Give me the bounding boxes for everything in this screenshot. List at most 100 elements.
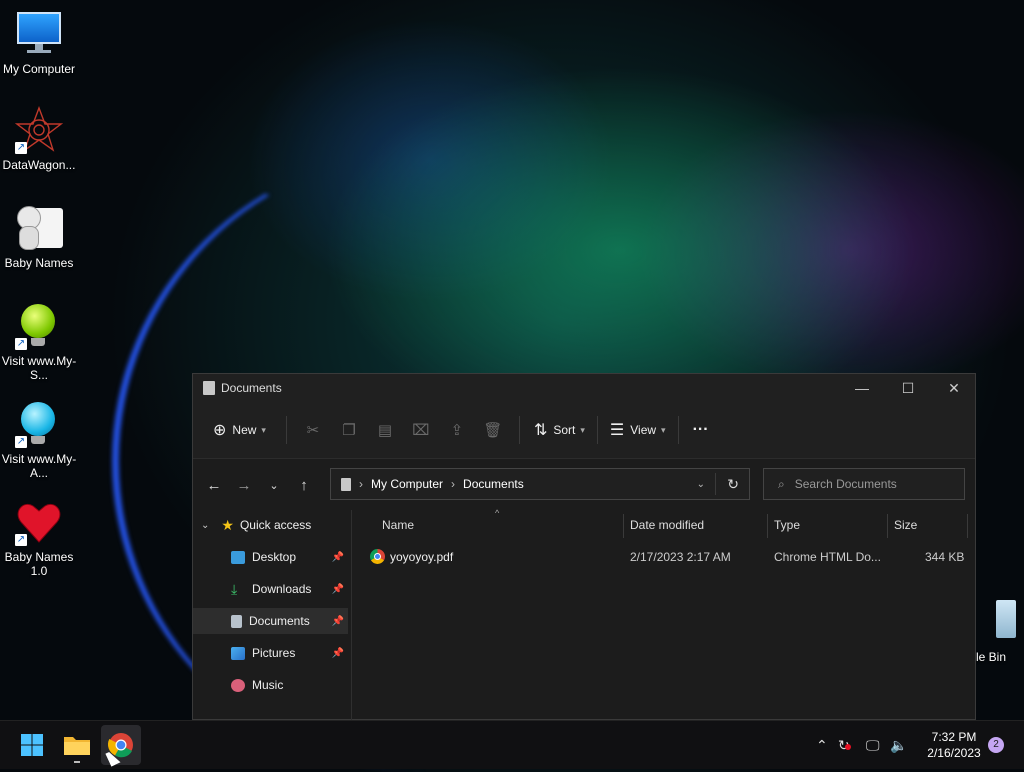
nav-item-pictures[interactable]: Pictures 📌 <box>193 640 348 666</box>
close-button[interactable]: ✕ <box>931 374 977 402</box>
nav-label: Quick access <box>239 518 312 532</box>
document-icon <box>203 381 215 395</box>
network-icon[interactable]: 🖵 <box>866 721 880 769</box>
forward-arrow-icon[interactable]: → <box>229 477 259 494</box>
navigation-pane: ⌄ ★ Quick access Desktop 📌 ⤓ Downloads 📌… <box>193 510 352 720</box>
column-header-type[interactable]: Type <box>774 518 800 532</box>
cut-icon[interactable]: ✂ <box>295 421 331 439</box>
nav-item-downloads[interactable]: ⤓ Downloads 📌 <box>193 576 348 602</box>
more-options-icon: ··· <box>692 421 709 438</box>
download-arrow-icon: ⤓ <box>231 580 238 597</box>
pin-icon[interactable]: 📌 <box>332 584 344 595</box>
chevron-right-icon: › <box>451 477 456 491</box>
nav-item-desktop[interactable]: Desktop 📌 <box>193 544 348 570</box>
view-button[interactable]: ☰ View ▾ <box>604 414 672 446</box>
clock-date: 2/16/2023 <box>927 746 981 760</box>
datawagon-logo-icon: ↗ <box>14 106 64 154</box>
copy-icon[interactable]: ❐ <box>331 421 367 439</box>
chevron-down-icon: ▾ <box>661 424 666 435</box>
chevron-down-icon: ⌄ <box>201 519 210 531</box>
maximize-button[interactable]: ☐ <box>885 374 931 402</box>
music-folder-icon <box>231 678 245 692</box>
file-date: 2/17/2023 2:17 AM <box>630 550 731 564</box>
sync-icon[interactable]: ↻ <box>838 721 851 769</box>
table-row[interactable]: yoyoyoy.pdf 2/17/2023 2:17 AM Chrome HTM… <box>353 546 975 568</box>
pin-icon[interactable]: 📌 <box>332 616 344 627</box>
breadcrumb-item[interactable]: My Computer <box>371 477 443 491</box>
sort-button[interactable]: ⇅ Sort ▾ <box>528 414 591 446</box>
column-divider[interactable] <box>967 514 968 538</box>
desktop-icon-label: DataWagon... <box>2 158 76 172</box>
more-options-button[interactable]: ··· <box>687 414 715 446</box>
file-type: Chrome HTML Do... <box>774 550 881 564</box>
file-explorer-window[interactable]: Documents — ☐ ✕ ⊕ New ▾ ✂ ❐ ▤ ⌧ ⇪ 🗑 ⇅ So… <box>192 373 976 720</box>
nav-item-documents[interactable]: Documents 📌 <box>193 608 348 634</box>
sort-ascending-icon: ^ <box>495 508 500 518</box>
taskbar: ⌃ ↻ 🖵 🔈 7:32 PM 2/16/2023 2 <box>0 720 1024 769</box>
breadcrumb-item[interactable]: Documents <box>463 477 524 491</box>
delete-icon[interactable]: 🗑 <box>475 421 511 439</box>
desktop-icon-baby-names[interactable]: Baby Names <box>0 204 78 270</box>
toolbar-divider <box>285 416 287 444</box>
back-arrow-icon[interactable]: ← <box>199 477 229 494</box>
start-button[interactable] <box>12 725 52 765</box>
desktop-icon-label: My Computer <box>2 62 76 76</box>
sort-arrows-icon: ⇅ <box>533 422 548 439</box>
heart-icon: ↗ <box>15 498 63 546</box>
column-divider[interactable] <box>767 514 768 538</box>
nav-label: Downloads <box>252 582 312 596</box>
document-icon <box>341 477 351 491</box>
desktop-icon-label: Visit www.My-S... <box>1 354 77 382</box>
shortcut-arrow-icon: ↗ <box>15 436 27 448</box>
minimize-button[interactable]: — <box>839 374 885 402</box>
list-view-icon: ☰ <box>609 422 625 439</box>
search-icon: ⌕ <box>778 476 785 491</box>
column-header-date[interactable]: Date modified <box>630 518 704 532</box>
chevron-down-icon: ▾ <box>580 424 585 435</box>
desktop-icon-baby-names-1[interactable]: ↗ Baby Names 1.0 <box>0 498 78 578</box>
star-icon: ★ <box>221 516 234 533</box>
share-icon[interactable]: ⇪ <box>439 421 475 439</box>
up-arrow-icon[interactable]: ↑ <box>289 477 319 494</box>
nav-item-music[interactable]: Music <box>193 672 348 698</box>
new-button[interactable]: ⊕ New ▾ <box>207 414 272 446</box>
folder-icon <box>64 737 90 763</box>
nav-label: Desktop <box>252 550 297 564</box>
volume-icon[interactable]: 🔈 <box>890 721 907 769</box>
pin-icon[interactable]: 📌 <box>332 648 344 659</box>
nav-label: Documents <box>249 614 310 628</box>
notification-badge[interactable]: 2 <box>988 737 1004 753</box>
chevron-down-icon[interactable]: ⌄ <box>697 479 705 490</box>
desktop-icon-visit-my-s[interactable]: ↗ Visit www.My-S... <box>0 302 78 382</box>
recycle-bin-icon <box>974 598 1022 646</box>
column-header-name[interactable]: Name <box>382 518 414 532</box>
pin-icon[interactable]: 📌 <box>332 552 344 563</box>
file-explorer-taskbar-button[interactable] <box>57 725 97 765</box>
command-bar: ⊕ New ▾ ✂ ❐ ▤ ⌧ ⇪ 🗑 ⇅ Sort ▾ ☰ View ▾ ··… <box>193 402 975 459</box>
baby-icon <box>15 204 63 252</box>
new-label: New <box>232 423 257 437</box>
clock[interactable]: 7:32 PM 2/16/2023 <box>916 729 992 761</box>
paste-icon[interactable]: ▤ <box>367 421 403 439</box>
search-input[interactable]: ⌕ Search Documents <box>763 468 965 500</box>
address-bar[interactable]: › My Computer › Documents ⌄ ↻ <box>330 468 750 500</box>
sort-label: Sort <box>553 423 576 437</box>
desktop-folder-icon <box>231 550 245 564</box>
nav-quick-access[interactable]: ⌄ ★ Quick access <box>193 512 356 538</box>
window-title: Documents <box>221 381 282 395</box>
desktop-icon-datawagon[interactable]: ↗ DataWagon... <box>0 106 78 172</box>
plus-circle-icon: ⊕ <box>213 422 227 439</box>
column-divider[interactable] <box>887 514 888 538</box>
recent-locations-chevron-icon[interactable]: ⌄ <box>259 479 289 492</box>
file-name: yoyoyoy.pdf <box>390 550 454 564</box>
column-header-size[interactable]: Size <box>894 518 917 532</box>
desktop-icon-my-computer[interactable]: My Computer <box>0 10 78 76</box>
desktop-icon-visit-my-a[interactable]: ↗ Visit www.My-A... <box>0 400 78 480</box>
pictures-folder-icon <box>231 646 245 660</box>
show-hidden-icons-chevron-icon[interactable]: ⌃ <box>816 721 828 769</box>
clock-time: 7:32 PM <box>931 730 977 744</box>
column-divider[interactable] <box>623 514 624 538</box>
address-divider <box>715 473 716 495</box>
refresh-icon[interactable]: ↻ <box>727 476 739 493</box>
rename-icon[interactable]: ⌧ <box>403 421 439 439</box>
